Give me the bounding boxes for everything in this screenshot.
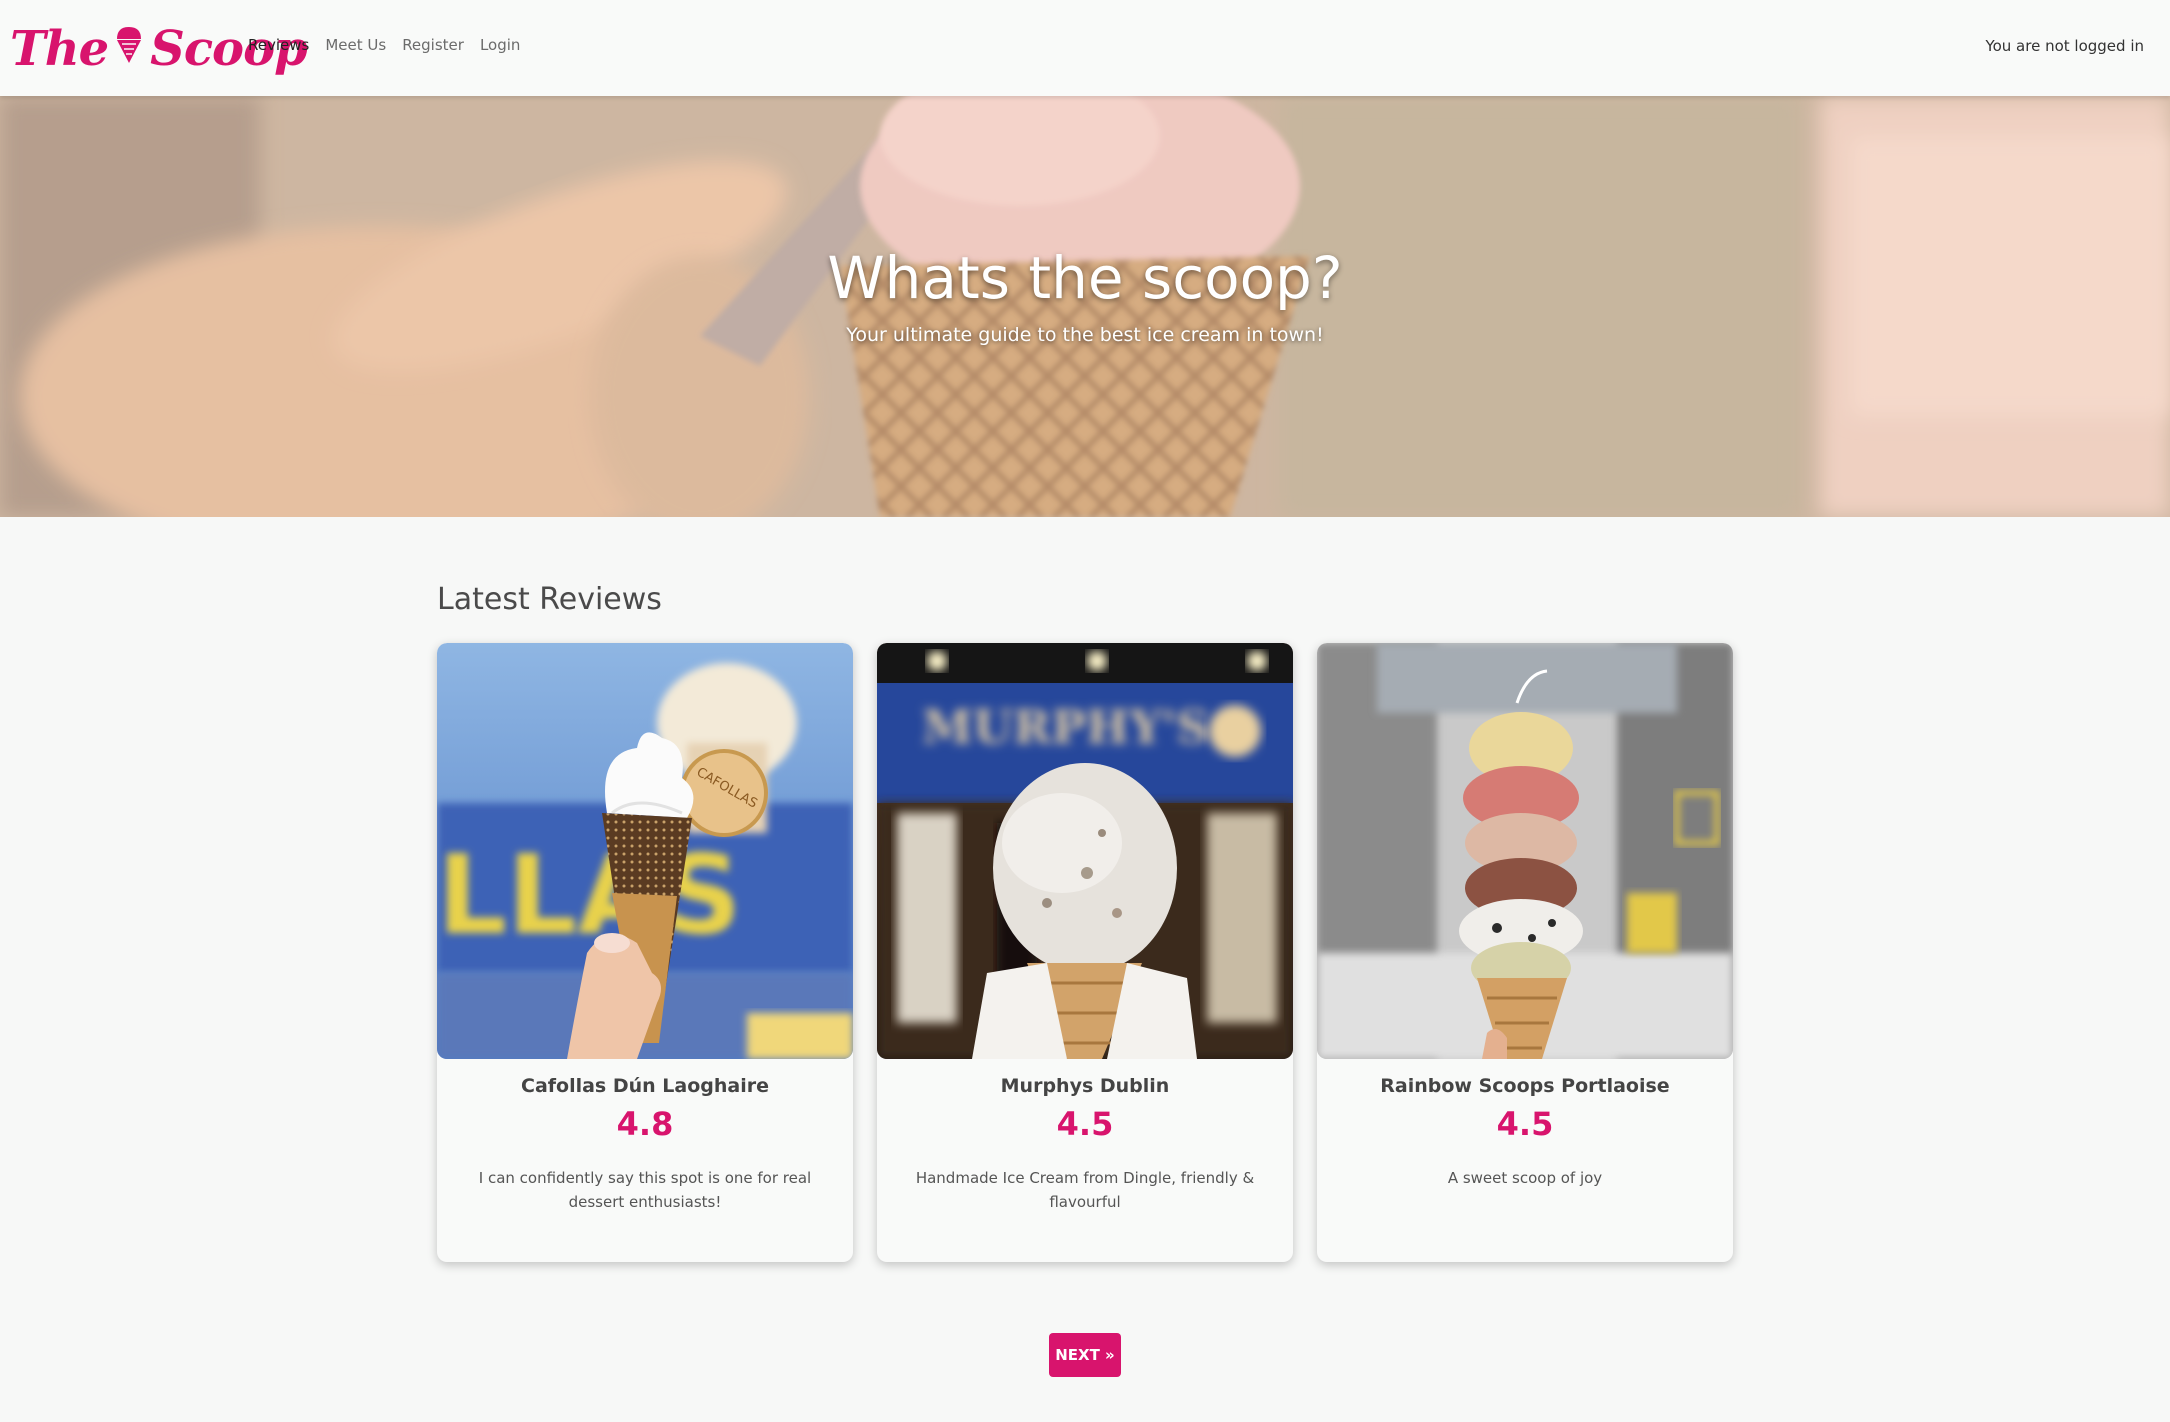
navbar: The Scoop Reviews Meet Us Register Login…	[0, 0, 2170, 96]
sign-text: LLAS	[437, 831, 742, 959]
hero-title: Whats the scoop?	[827, 244, 1343, 312]
review-card-excerpt: A sweet scoop of joy	[1447, 1169, 1603, 1187]
review-card-title[interactable]: Murphys Dublin	[877, 1075, 1293, 1097]
review-card-rating: 4.8	[616, 1105, 674, 1143]
nav-link-register[interactable]: Register	[402, 36, 464, 54]
brand-name-left: The	[10, 21, 109, 77]
review-card[interactable]: MURPHY'S Murphys Dublin 4.5 Handmade Ice…	[877, 643, 1293, 1262]
review-photo-murphys[interactable]: MURPHY'S	[877, 643, 1293, 1059]
review-card-title[interactable]: Cafollas Dún Laoghaire	[437, 1075, 853, 1097]
review-card-rating: 4.5	[1496, 1105, 1554, 1143]
hero-banner: Whats the scoop? Your ultimate guide to …	[0, 96, 2170, 517]
review-card-excerpt: I can confidently say this spot is one f…	[478, 1169, 812, 1211]
nav-link-login[interactable]: Login	[480, 36, 520, 54]
review-photo-cafollas[interactable]: LLAS CAFOLLAS	[437, 643, 853, 1059]
main-nav: Reviews Meet Us Register Login	[248, 36, 520, 54]
ice-cream-icon	[114, 21, 144, 77]
review-card-rating: 4.5	[1056, 1105, 1114, 1143]
section-heading: Latest Reviews	[437, 582, 662, 617]
login-status-text: You are not logged in	[1985, 37, 2144, 55]
review-card-excerpt: Handmade Ice Cream from Dingle, friendly…	[915, 1169, 1255, 1211]
hero-subtitle: Your ultimate guide to the best ice crea…	[846, 324, 1324, 346]
review-card-title[interactable]: Rainbow Scoops Portlaoise	[1317, 1075, 1733, 1097]
next-page-button[interactable]: NEXT »	[1049, 1333, 1121, 1377]
nav-link-reviews[interactable]: Reviews	[248, 36, 309, 54]
review-card-list: LLAS CAFOLLAS Cafollas Dún Laoghaire 4.8…	[437, 643, 1733, 1262]
review-card[interactable]: LLAS CAFOLLAS Cafollas Dún Laoghaire 4.8…	[437, 643, 853, 1262]
nav-link-meet-us[interactable]: Meet Us	[325, 36, 386, 54]
sign-text: MURPHY'S	[922, 700, 1209, 754]
review-card[interactable]: Rainbow Scoops Portlaoise 4.5 A sweet sc…	[1317, 643, 1733, 1262]
review-photo-rainbow-scoops[interactable]	[1317, 643, 1733, 1059]
